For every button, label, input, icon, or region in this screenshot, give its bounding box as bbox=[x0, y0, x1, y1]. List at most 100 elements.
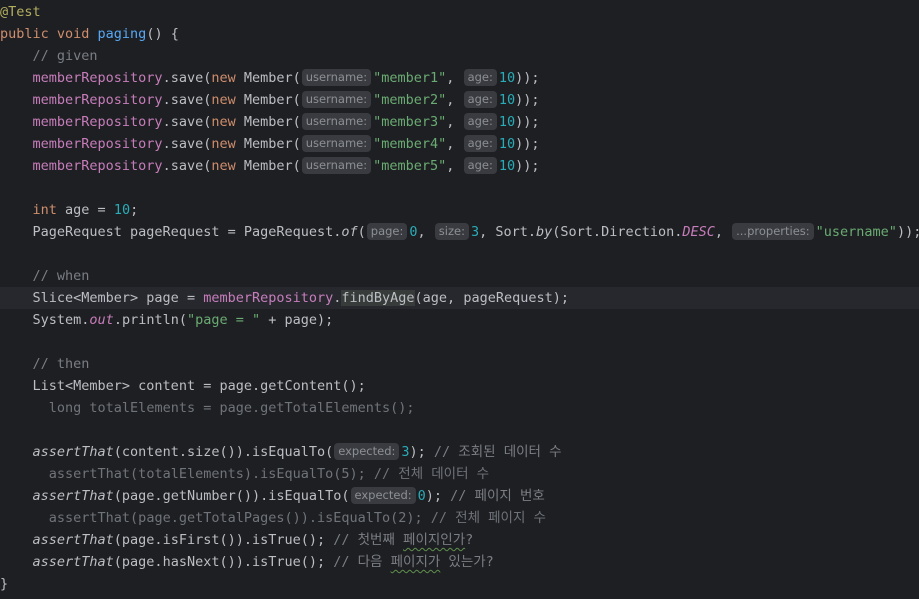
inlay-parameter-hint: username: bbox=[301, 113, 372, 130]
code-line-current[interactable]: Slice<Member> page = memberRepository.fi… bbox=[0, 287, 919, 309]
inlay-parameter-hint: ...properties: bbox=[732, 223, 814, 240]
code-token: .save( bbox=[162, 158, 212, 174]
code-token: long totalElements = page.getTotalElemen… bbox=[48, 400, 415, 416]
code-line[interactable] bbox=[0, 243, 919, 265]
code-token: 10 bbox=[498, 70, 516, 86]
code-token: age = bbox=[65, 202, 114, 218]
code-line[interactable]: PageRequest pageRequest = PageRequest.of… bbox=[0, 221, 919, 243]
inlay-parameter-hint: age: bbox=[463, 157, 497, 174]
code-token: new bbox=[211, 158, 244, 174]
code-token: (page.isFirst()).isTrue(); bbox=[113, 532, 334, 548]
inlay-parameter-hint: expected: bbox=[334, 443, 400, 460]
code-token: ( bbox=[357, 224, 366, 240]
code-token: new bbox=[211, 114, 244, 130]
code-comment: 페이지인가 bbox=[403, 532, 466, 548]
code-line[interactable]: // then bbox=[0, 353, 919, 375]
code-token: Member( bbox=[243, 158, 301, 174]
code-line[interactable]: assertThat(content.size()).isEqualTo(exp… bbox=[0, 441, 919, 463]
code-line[interactable]: System.out.println("page = " + page); bbox=[0, 309, 919, 331]
code-token: , bbox=[446, 114, 463, 130]
code-line[interactable]: assertThat(page.getTotalPages()).isEqual… bbox=[0, 507, 919, 529]
code-token: memberRepository bbox=[32, 136, 163, 152]
code-editor[interactable]: @Test public void paging() { // given mem… bbox=[0, 0, 919, 599]
inlay-parameter-hint: username: bbox=[301, 157, 372, 174]
code-token: 3 bbox=[470, 224, 480, 240]
code-line[interactable] bbox=[0, 419, 919, 441]
code-line[interactable]: List<Member> content = page.getContent()… bbox=[0, 375, 919, 397]
code-token: , bbox=[446, 70, 463, 86]
code-token: , bbox=[446, 136, 463, 152]
code-comment: // 조회된 데이터 수 bbox=[433, 444, 562, 460]
code-token: .save( bbox=[162, 136, 212, 152]
code-line[interactable]: // given bbox=[0, 45, 919, 67]
code-token: "page = " bbox=[186, 312, 261, 328]
code-line[interactable]: memberRepository.save(new Member(usernam… bbox=[0, 155, 919, 177]
inlay-parameter-hint: age: bbox=[463, 69, 497, 86]
code-token: List<Member> content = page.getContent()… bbox=[32, 378, 366, 394]
code-token: ); bbox=[409, 444, 434, 460]
code-line[interactable]: int age = 10; bbox=[0, 199, 919, 221]
code-token: "member5" bbox=[373, 158, 447, 174]
code-line[interactable]: @Test bbox=[0, 1, 919, 23]
code-token: 10 bbox=[498, 92, 516, 108]
code-token: memberRepository bbox=[32, 92, 163, 108]
code-token: assertThat bbox=[32, 554, 114, 570]
code-comment: // given bbox=[32, 48, 98, 64]
inlay-parameter-hint: size: bbox=[434, 223, 469, 240]
code-token: findByAge bbox=[341, 290, 415, 306]
code-token: , bbox=[446, 92, 463, 108]
code-token: by bbox=[536, 224, 553, 240]
code-token: new bbox=[211, 136, 244, 152]
code-token: )); bbox=[515, 136, 540, 152]
inlay-parameter-hint: expected: bbox=[350, 487, 416, 504]
code-line[interactable]: assertThat(page.isFirst()).isTrue(); // … bbox=[0, 529, 919, 551]
code-token: "member4" bbox=[373, 136, 447, 152]
code-comment: // 첫번째 bbox=[333, 532, 404, 548]
code-line[interactable]: assertThat(page.getNumber()).isEqualTo(e… bbox=[0, 485, 919, 507]
code-token: public void bbox=[0, 26, 98, 42]
code-token: new bbox=[211, 92, 244, 108]
code-token: 10 bbox=[498, 136, 516, 152]
code-token: .save( bbox=[162, 114, 212, 130]
code-line[interactable]: memberRepository.save(new Member(usernam… bbox=[0, 133, 919, 155]
code-token: assertThat bbox=[32, 444, 114, 460]
inlay-parameter-hint: username: bbox=[301, 69, 372, 86]
code-token: 0 bbox=[417, 488, 426, 504]
code-token: 0 bbox=[409, 224, 418, 240]
code-token: DESC bbox=[682, 224, 715, 240]
code-line[interactable]: memberRepository.save(new Member(usernam… bbox=[0, 89, 919, 111]
code-line[interactable]: // when bbox=[0, 265, 919, 287]
code-line[interactable]: memberRepository.save(new Member(usernam… bbox=[0, 111, 919, 133]
code-token: () { bbox=[146, 26, 179, 42]
code-line[interactable]: } bbox=[0, 573, 919, 595]
code-token: PageRequest pageRequest = PageRequest. bbox=[32, 224, 342, 240]
code-line[interactable] bbox=[0, 177, 919, 199]
inlay-parameter-hint: username: bbox=[301, 91, 372, 108]
code-token: ); bbox=[425, 488, 451, 504]
code-token: , bbox=[417, 224, 434, 240]
code-token: memberRepository bbox=[203, 290, 334, 306]
code-line[interactable]: long totalElements = page.getTotalElemen… bbox=[0, 397, 919, 419]
code-token: Member( bbox=[243, 114, 301, 130]
code-token: .save( bbox=[162, 70, 212, 86]
code-line[interactable]: assertThat(page.hasNext()).isTrue(); // … bbox=[0, 551, 919, 573]
code-line[interactable]: public void paging() { bbox=[0, 23, 919, 45]
code-token: "username" bbox=[815, 224, 897, 240]
code-token: )); bbox=[515, 70, 540, 86]
code-token: , bbox=[714, 224, 732, 240]
code-token: new bbox=[211, 70, 244, 86]
code-line[interactable]: memberRepository.save(new Member(usernam… bbox=[0, 67, 919, 89]
code-line[interactable]: assertThat(totalElements).isEqualTo(5); … bbox=[0, 463, 919, 485]
code-token: memberRepository bbox=[32, 70, 163, 86]
code-line[interactable] bbox=[0, 331, 919, 353]
